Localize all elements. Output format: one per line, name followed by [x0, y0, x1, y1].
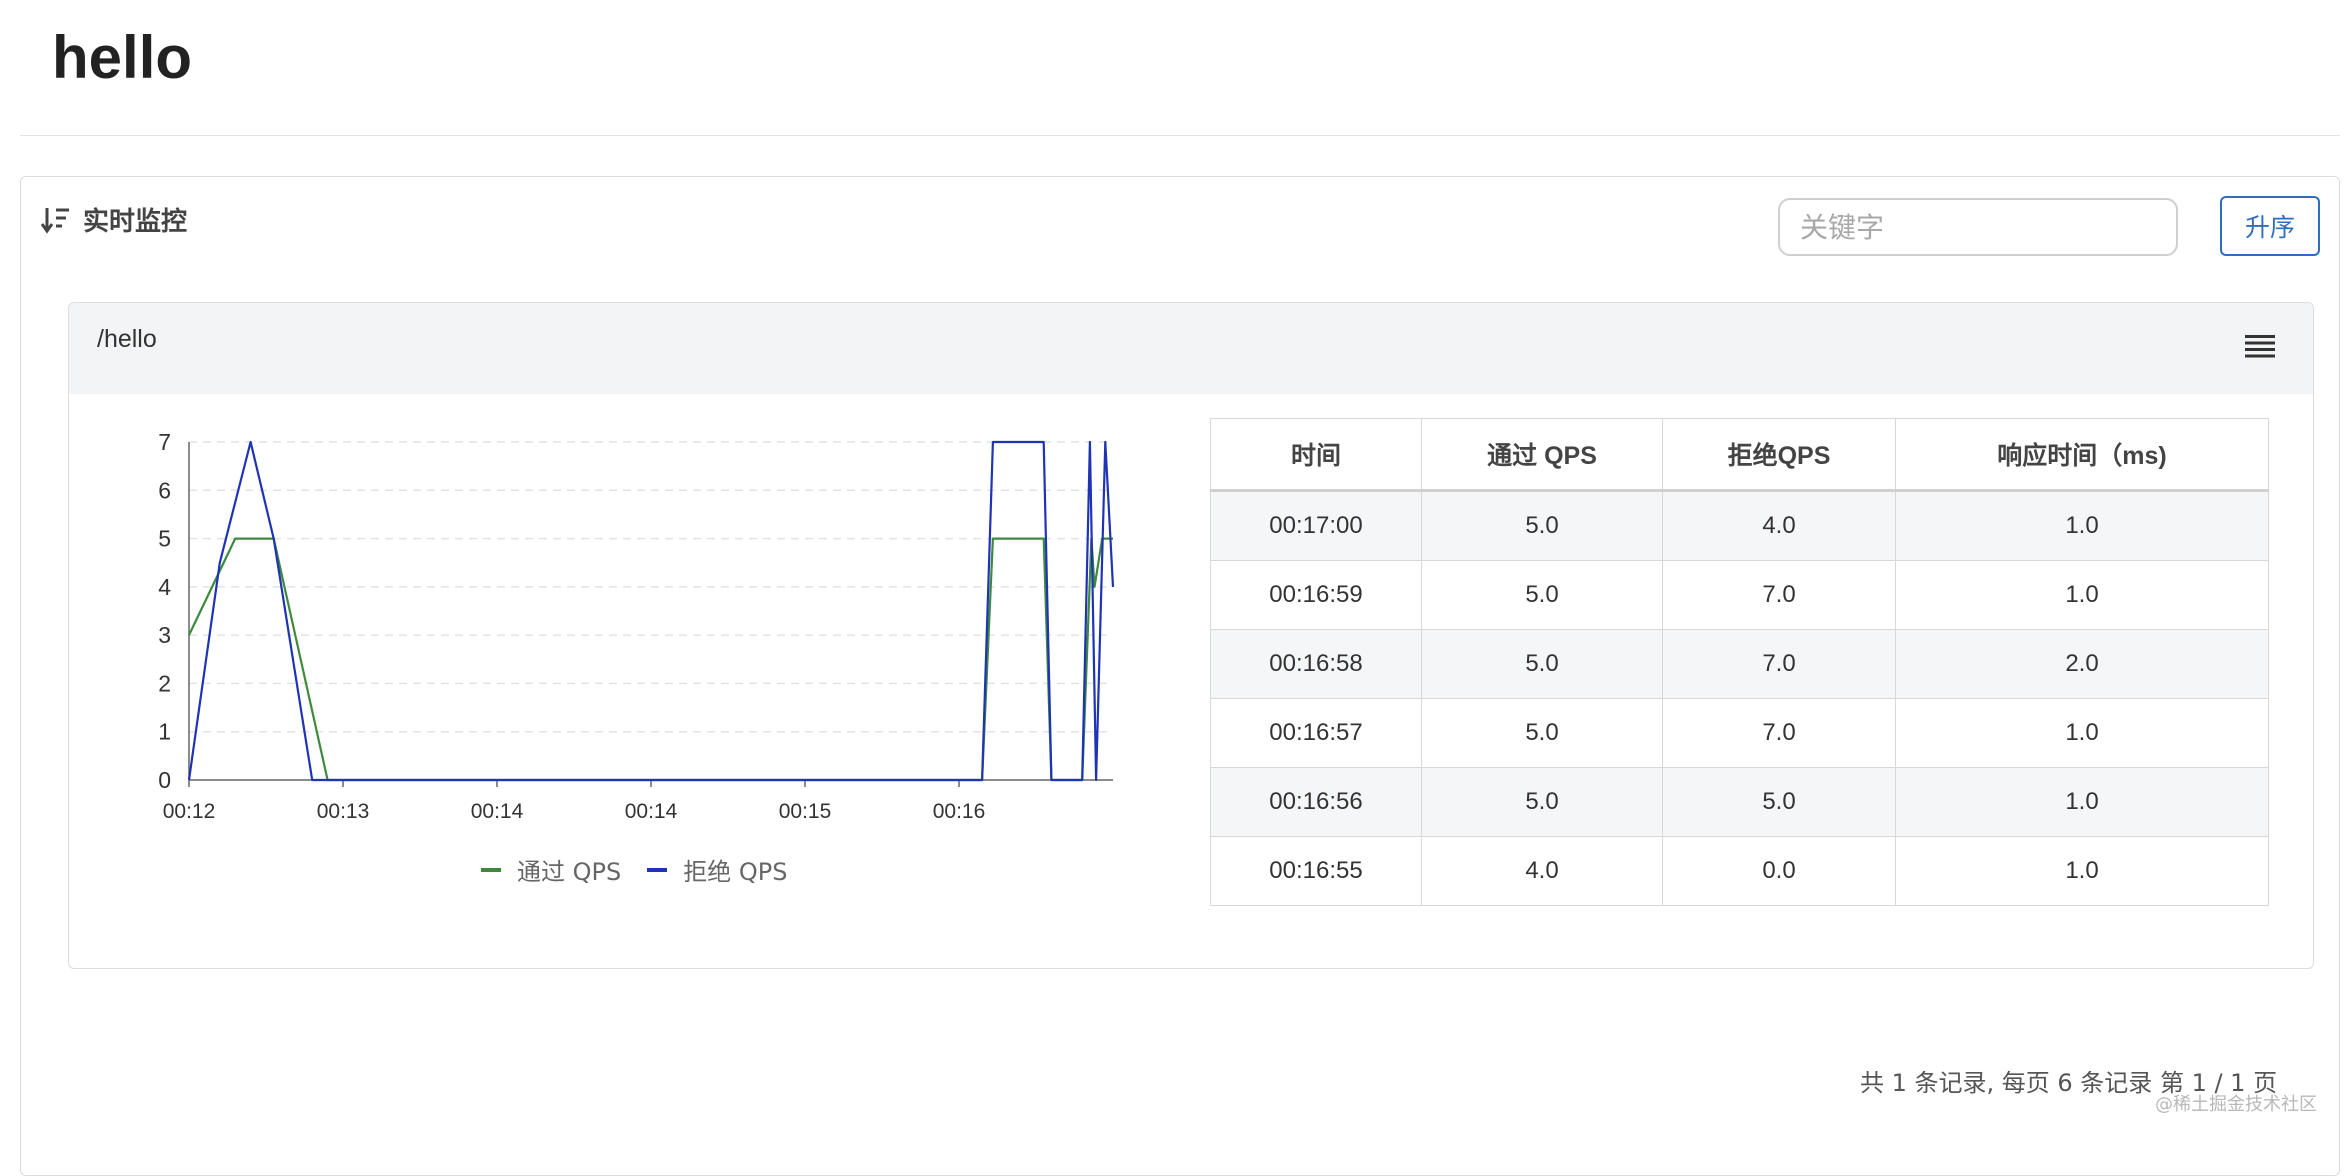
cell-pass-qps: 5.0: [1421, 698, 1663, 768]
table-row: 00:17:00 5.0 4.0 1.0: [1210, 490, 2269, 561]
cell-block-qps: 5.0: [1662, 767, 1896, 837]
qps-chart-svg: 0 1 2 3 4 5 6 7 00:12 00:13 00:14 00:14 00:15 00:16: [158, 429, 1115, 823]
legend-item-pass-qps[interactable]: 通过 QPS: [481, 852, 621, 887]
cell-pass-qps: 5.0: [1421, 767, 1663, 837]
cell-block-qps: 7.0: [1662, 698, 1896, 768]
column-header-response-time: 响应时间（ms): [1895, 418, 2269, 491]
cell-time: 00:16:58: [1210, 629, 1422, 699]
cell-time: 00:16:57: [1210, 698, 1422, 768]
cell-time: 00:16:56: [1210, 767, 1422, 837]
legend-swatch-pass: [481, 867, 501, 872]
legend-item-block-qps[interactable]: 拒绝 QPS: [647, 852, 787, 887]
column-header-block-qps: 拒绝QPS: [1662, 418, 1896, 491]
x-tick-label: 00:15: [779, 800, 832, 823]
cell-block-qps: 7.0: [1662, 629, 1896, 699]
ascending-sort-button[interactable]: 升序: [2220, 196, 2320, 256]
table-row: 00:16:56 5.0 5.0 1.0: [1210, 767, 2269, 837]
cell-pass-qps: 4.0: [1421, 836, 1663, 906]
watermark: @稀土掘金技术社区: [2155, 1094, 2317, 1115]
sort-descending-icon: [41, 207, 69, 234]
realtime-monitor-box: 实时监控 升序 /hello 0 1 2 3 4 5 6 7 00:12 00:13 00:14 00…: [20, 176, 2340, 1176]
section-heading: 实时监控: [41, 201, 187, 238]
y-tick-label: 0: [158, 767, 171, 793]
table-header-row: 时间 通过 QPS 拒绝QPS 响应时间（ms): [1210, 418, 2269, 491]
qps-line-chart: 0 1 2 3 4 5 6 7 00:12 00:13 00:14 00:14 00:15 00:16 通…: [69, 394, 1219, 954]
cell-response-time: 1.0: [1895, 490, 2269, 561]
cell-time: 00:17:00: [1210, 490, 1422, 561]
table-row: 00:16:55 4.0 0.0 1.0: [1210, 836, 2269, 906]
resource-name: /hello: [97, 325, 157, 353]
cell-response-time: 2.0: [1895, 629, 2269, 699]
chart-legend: 通过 QPS 拒绝 QPS: [481, 852, 813, 887]
x-tick-label: 00:12: [163, 800, 216, 823]
table-row: 00:16:59 5.0 7.0 1.0: [1210, 560, 2269, 630]
cell-pass-qps: 5.0: [1421, 490, 1663, 561]
table-row: 00:16:57 5.0 7.0 1.0: [1210, 698, 2269, 768]
y-tick-label: 6: [158, 477, 171, 503]
resource-panel-header: /hello: [69, 303, 2313, 394]
qps-data-table: 时间 通过 QPS 拒绝QPS 响应时间（ms) 00:17:00 5.0 4.…: [1210, 418, 2269, 906]
x-tick-label: 00:14: [471, 800, 524, 823]
y-tick-label: 1: [158, 719, 171, 745]
column-header-time: 时间: [1210, 418, 1422, 491]
cell-response-time: 1.0: [1895, 836, 2269, 906]
y-tick-label: 3: [158, 622, 171, 648]
y-tick-label: 5: [158, 526, 171, 552]
cell-block-qps: 7.0: [1662, 560, 1896, 630]
section-title: 实时监控: [83, 207, 188, 237]
block-qps-series-line: [187, 440, 1115, 782]
menu-icon[interactable]: [2245, 333, 2275, 359]
cell-time: 00:16:59: [1210, 560, 1422, 630]
table-row: 00:16:58 5.0 7.0 2.0: [1210, 629, 2269, 699]
cell-response-time: 1.0: [1895, 698, 2269, 768]
cell-pass-qps: 5.0: [1421, 629, 1663, 699]
y-tick-label: 7: [158, 429, 171, 455]
cell-block-qps: 4.0: [1662, 490, 1896, 561]
y-tick-label: 4: [158, 574, 171, 600]
cell-response-time: 1.0: [1895, 560, 2269, 630]
cell-pass-qps: 5.0: [1421, 560, 1663, 630]
column-header-pass-qps: 通过 QPS: [1421, 418, 1663, 491]
cell-response-time: 1.0: [1895, 767, 2269, 837]
y-tick-label: 2: [158, 670, 171, 696]
x-tick-label: 00:16: [933, 800, 986, 823]
legend-swatch-block: [647, 867, 668, 872]
page-title: hello: [52, 24, 193, 91]
legend-label-block: 拒绝 QPS: [683, 858, 788, 886]
legend-label-pass: 通过 QPS: [517, 858, 622, 886]
page-header: hello: [20, 0, 2340, 136]
x-tick-label: 00:13: [317, 800, 370, 823]
resource-panel: /hello 0 1 2 3 4 5 6 7 00:12 00:13 00:14 00:14 00:15…: [68, 302, 2314, 969]
pass-qps-series-line: [188, 537, 1113, 782]
keyword-search-input[interactable]: [1778, 198, 2178, 256]
cell-time: 00:16:55: [1210, 836, 1422, 906]
cell-block-qps: 0.0: [1662, 836, 1896, 906]
x-tick-label: 00:14: [625, 800, 678, 823]
